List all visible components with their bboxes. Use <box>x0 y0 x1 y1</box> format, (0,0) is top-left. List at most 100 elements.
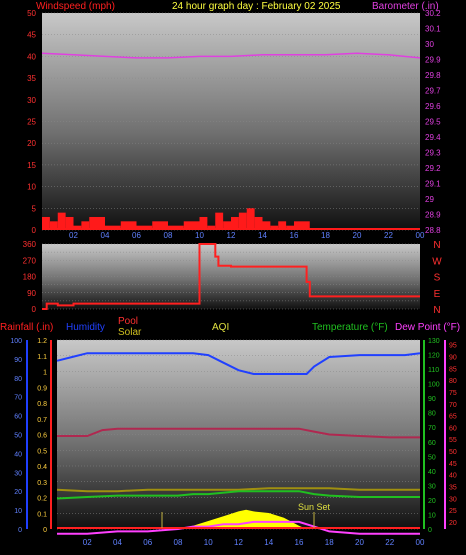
windspeed-label: Windspeed (mph) <box>36 1 115 12</box>
temperature-tick-label: 80 <box>428 411 436 418</box>
x-tick-label: 22 <box>385 538 394 547</box>
wind-tick-label: 25 <box>27 118 36 127</box>
wind-bar <box>238 212 247 230</box>
x-tick-label: 00 <box>416 538 425 547</box>
temperature-tick-label: 90 <box>428 396 436 403</box>
dewpoint-tick-label: 80 <box>449 378 457 385</box>
dewpoint-tick-label: 70 <box>449 402 457 409</box>
temperature-label: Temperature (°F) <box>312 322 388 333</box>
baro-tick-label: 29.8 <box>425 71 441 80</box>
temperature-tick-label: 40 <box>428 469 436 476</box>
x-tick-label: 12 <box>234 538 243 547</box>
wind-tick-label: 20 <box>27 139 36 148</box>
humidity-tick-label: 50 <box>14 433 22 440</box>
dewpoint-tick-label: 50 <box>449 449 457 456</box>
sunset-label: Sun Set <box>298 502 331 512</box>
dewpoint-tick-label: 90 <box>449 355 457 362</box>
baro-tick-label: 30 <box>425 40 434 49</box>
humidity-tick-label: 20 <box>14 489 22 496</box>
baro-tick-label: 29.4 <box>425 133 441 142</box>
rainfall-tick-label: 1.2 <box>37 338 47 345</box>
rainfall-tick-label: 0.4 <box>37 464 47 471</box>
compass-label: W <box>432 256 442 267</box>
wind-tick-label: 10 <box>27 183 36 192</box>
humidity-tick-label: 60 <box>14 414 22 421</box>
x-tick-label: 04 <box>113 538 122 547</box>
x-tick-label: 02 <box>83 538 92 547</box>
aqi-label: AQI <box>212 322 229 333</box>
humidity-tick-label: 30 <box>14 470 22 477</box>
dewpoint-label: Dew Point (°F) <box>395 322 460 333</box>
rainfall-tick-label: 0.8 <box>37 401 47 408</box>
rainfall-tick-label: 0 <box>43 527 47 534</box>
dewpoint-tick-label: 30 <box>449 496 457 503</box>
temperature-tick-label: 110 <box>428 367 439 374</box>
humidity-tick-label: 10 <box>14 508 22 515</box>
graph-title: 24 hour graph day : February 02 2025 <box>172 1 341 12</box>
humidity-tick-label: 40 <box>14 451 22 458</box>
temperature-tick-label: 70 <box>428 425 436 432</box>
rainfall-tick-label: 0.2 <box>37 496 47 503</box>
rainfall-tick-label: 0.1 <box>37 511 47 518</box>
dewpoint-tick-label: 75 <box>449 390 457 397</box>
wind-tick-label: 50 <box>27 9 36 18</box>
baro-tick-label: 29.2 <box>425 164 441 173</box>
dewpoint-tick-label: 60 <box>449 425 457 432</box>
dewpoint-tick-label: 45 <box>449 461 457 468</box>
x-tick-label: 04 <box>101 231 110 240</box>
x-tick-label: 10 <box>195 231 204 240</box>
direction-tick-label: 270 <box>23 256 37 265</box>
temperature-tick-label: 100 <box>428 382 440 389</box>
baro-tick-label: 29.9 <box>425 56 441 65</box>
humidity-label: Humidity <box>66 322 105 333</box>
x-tick-label: 18 <box>321 231 330 240</box>
baro-tick-label: 30.2 <box>425 9 441 18</box>
rainfall-tick-label: 0.3 <box>37 480 47 487</box>
weather-graph: Windspeed (mph) 24 hour graph day : Febr… <box>0 1 460 547</box>
wind-bar <box>57 212 66 230</box>
compass-label: N <box>433 240 440 251</box>
direction-tick-label: 180 <box>23 273 37 282</box>
x-tick-label: 16 <box>290 231 299 240</box>
x-tick-label: 16 <box>295 538 304 547</box>
rainfall-tick-label: 0.5 <box>37 448 47 455</box>
direction-tick-label: 360 <box>23 240 37 249</box>
direction-tick-label: 0 <box>32 305 37 314</box>
x-tick-label: 22 <box>384 231 393 240</box>
wind-tick-label: 45 <box>27 31 36 40</box>
x-tick-label: 00 <box>416 231 425 240</box>
wind-tick-label: 15 <box>27 161 36 170</box>
humidity-tick-label: 0 <box>18 527 22 534</box>
wind-tick-label: 30 <box>27 96 36 105</box>
temperature-tick-label: 20 <box>428 498 436 505</box>
x-tick-label: 08 <box>174 538 183 547</box>
wind-tick-label: 40 <box>27 52 36 61</box>
baro-tick-label: 28.9 <box>425 211 441 220</box>
compass-label: E <box>434 289 441 300</box>
baro-tick-label: 29.1 <box>425 180 441 189</box>
dewpoint-tick-label: 65 <box>449 414 457 421</box>
baro-tick-label: 29.7 <box>425 87 441 96</box>
temperature-tick-label: 10 <box>428 512 436 519</box>
wind-bar <box>215 212 224 230</box>
solar-label: Solar <box>118 327 142 338</box>
dewpoint-tick-label: 40 <box>449 473 457 480</box>
humidity-tick-label: 100 <box>10 338 22 345</box>
wind-tick-label: 35 <box>27 74 36 83</box>
temperature-tick-label: 60 <box>428 440 436 447</box>
x-tick-label: 20 <box>353 231 362 240</box>
dewpoint-tick-label: 85 <box>449 366 457 373</box>
x-tick-label: 02 <box>69 231 78 240</box>
pool-label: Pool <box>118 316 138 327</box>
rainfall-tick-label: 0.6 <box>37 433 47 440</box>
wind-bar <box>246 208 255 230</box>
dewpoint-tick-label: 55 <box>449 437 457 444</box>
dewpoint-tick-label: 35 <box>449 484 457 491</box>
temperature-tick-label: 0 <box>428 527 432 534</box>
dewpoint-tick-label: 95 <box>449 343 457 350</box>
x-tick-label: 12 <box>227 231 236 240</box>
baro-tick-label: 29.3 <box>425 149 441 158</box>
temperature-tick-label: 130 <box>428 338 440 345</box>
humidity-tick-label: 90 <box>14 357 22 364</box>
x-tick-label: 10 <box>204 538 213 547</box>
